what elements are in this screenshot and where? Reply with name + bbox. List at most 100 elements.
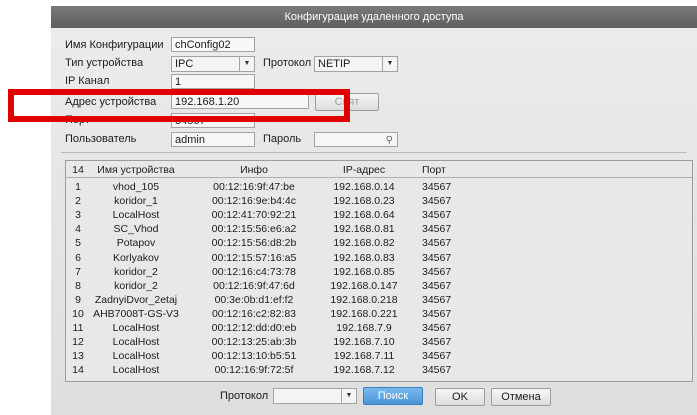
table-row[interactable]: 6 Korlyakov 00:12:15:57:16:a5 192.168.0.83 3… [66, 252, 692, 264]
row-port: 34567 [422, 181, 452, 193]
password-label: Пароль [263, 133, 302, 145]
channel-input[interactable]: 1 [171, 74, 255, 89]
row-info: 00:12:16:9e:b4:4c [211, 195, 297, 208]
device-table: 14 Имя устройства Инфо IP-адрес Порт 1 vh… [65, 160, 693, 382]
row-info: 00:12:41:70:92:21 [211, 209, 297, 222]
row-index: 4 [75, 223, 81, 236]
row-ip: 192.168.0.85 [333, 265, 395, 278]
table-row[interactable]: 1 vhod_105 00:12:16:9f:47:be 192.168.0.14 34… [66, 181, 692, 193]
table-row[interactable]: 4 SC_Vhod 00:12:15:56:e6:a2 192.168.0.81 345… [66, 223, 692, 235]
table-header: 14 Имя устройства Инфо IP-адрес Порт [66, 164, 692, 178]
table-row[interactable]: 9 ZadnyiDvor_2etaj 00:3e:0b:d1:ef:f2 192.16… [66, 294, 692, 306]
row-index: 11 [72, 322, 84, 334]
row-index: 1 [75, 181, 81, 193]
row-index: 14 [72, 364, 84, 377]
row-index: 12 [72, 336, 84, 349]
device-type-select[interactable]: IPC ▼ [171, 56, 255, 72]
row-port: 34567 [422, 279, 452, 292]
row-ip: 192.168.0.14 [333, 181, 395, 193]
config-name-input[interactable]: chConfig02 [171, 37, 255, 52]
row-info: 00:12:15:57:16:a5 [211, 251, 297, 264]
protocol-select[interactable]: NETIP ▼ [314, 56, 398, 72]
table-row[interactable]: 7 koridor_2 00:12:16:c4:73:78 192.168.0.85 3… [66, 266, 692, 278]
row-ip: 192.168.0.218 [330, 293, 398, 306]
row-index: 9 [75, 293, 81, 306]
row-port: 34567 [422, 195, 452, 208]
header-ip[interactable]: IP-адрес [320, 164, 408, 176]
row-index: 13 [72, 350, 84, 363]
table-row[interactable]: 3 LocalHost 00:12:41:70:92:21 192.168.0.64 3… [66, 209, 692, 221]
row-info: 00:12:16:c4:73:78 [211, 265, 297, 278]
row-port: 34567 [422, 336, 452, 349]
row-port: 34567 [422, 364, 452, 377]
row-index: 10 [72, 307, 84, 320]
row-info: 00:12:15:56:d8:2b [211, 237, 297, 250]
table-row[interactable]: 2 koridor_1 00:12:16:9e:b4:4c 192.168.0.23 3… [66, 195, 692, 207]
device-type-label: Тип устройства [65, 57, 144, 69]
row-info: 00:12:13:25:ab:3b [211, 336, 297, 349]
row-device-name: Potapov [116, 237, 156, 250]
table-row[interactable]: 10 AHB7008T-GS-V3 00:12:16:c2:82:83 192.168… [66, 308, 692, 320]
divider [61, 152, 687, 153]
row-info: 00:12:16:9f:47:6d [213, 279, 295, 292]
row-device-name: LocalHost [112, 364, 160, 377]
header-count: 14 [72, 164, 84, 176]
search-button[interactable]: Поиск [363, 387, 423, 405]
row-info: 00:12:16:9f:47:be [213, 181, 295, 193]
header-info[interactable]: Инфо [208, 164, 300, 176]
chevron-down-icon[interactable]: ▼ [341, 389, 356, 403]
table-row[interactable]: 13 LocalHost 00:12:13:10:b5:51 192.168.7.11… [66, 350, 692, 362]
protocol-label: Протокол [263, 57, 312, 69]
row-info: 00:12:16:9f:72:5f [214, 364, 294, 377]
ok-button[interactable]: OK [435, 388, 485, 406]
row-info: 00:12:15:56:e6:a2 [211, 223, 297, 236]
row-index: 7 [75, 265, 81, 278]
remote-config-dialog: Конфигурация удаленного доступа Имя Конф… [51, 6, 697, 415]
chevron-down-icon[interactable]: ▼ [239, 57, 254, 71]
row-device-name: Korlyakov [112, 251, 160, 264]
dialog-title: Конфигурация удаленного доступа [51, 6, 697, 28]
user-label: Пользователь [65, 133, 137, 145]
row-device-name: LocalHost [112, 350, 160, 363]
row-ip: 192.168.0.23 [333, 195, 395, 208]
row-device-name: LocalHost [112, 209, 160, 222]
row-info: 00:3e:0b:d1:ef:f2 [214, 293, 294, 306]
row-index: 8 [75, 279, 81, 292]
table-row[interactable]: 5 Potapov 00:12:15:56:d8:2b 192.168.0.82 345… [66, 237, 692, 249]
row-ip: 192.168.0.221 [330, 307, 398, 320]
row-info: 00:12:12:dd:d0:eb [211, 322, 297, 334]
device-type-value: IPC [175, 58, 194, 70]
row-port: 34567 [422, 293, 452, 306]
row-device-name: LocalHost [112, 336, 160, 349]
row-port: 34567 [422, 322, 452, 334]
header-port[interactable]: Порт [422, 164, 462, 176]
table-row[interactable]: 12 LocalHost 00:12:13:25:ab:3b 192.168.7.10… [66, 336, 692, 348]
table-row[interactable]: 8 koridor_2 00:12:16:9f:47:6d 192.168.0.147… [66, 280, 692, 292]
row-info: 00:12:13:10:b5:51 [211, 350, 297, 363]
table-row[interactable]: 14 LocalHost 00:12:16:9f:72:5f 192.168.7.12… [66, 364, 692, 376]
row-port: 34567 [422, 237, 452, 250]
user-input[interactable]: admin [171, 132, 255, 147]
row-device-name: vhod_105 [112, 181, 160, 193]
row-device-name: SC_Vhod [113, 223, 159, 236]
row-port: 34567 [422, 223, 452, 236]
row-ip: 192.168.7.10 [333, 336, 395, 349]
footer-protocol-label: Протокол [220, 390, 269, 402]
row-ip: 192.168.7.11 [333, 350, 395, 363]
row-port: 34567 [422, 350, 452, 363]
row-ip: 192.168.7.9 [336, 322, 392, 334]
row-ip: 192.168.0.81 [333, 223, 395, 236]
row-device-name: AHB7008T-GS-V3 [93, 307, 179, 320]
table-row[interactable]: 11 LocalHost 00:12:12:dd:d0:eb 192.168.7.9 3… [66, 322, 692, 334]
row-index: 6 [75, 251, 81, 264]
row-device-name: ZadnyiDvor_2etaj [94, 293, 178, 306]
footer-protocol-select[interactable]: ▼ [273, 388, 357, 404]
chevron-down-icon[interactable]: ▼ [382, 57, 397, 71]
header-device-name[interactable]: Имя устройства [92, 164, 180, 176]
cancel-button[interactable]: Отмена [491, 388, 551, 406]
row-ip: 192.168.0.147 [330, 279, 398, 292]
row-device-name: koridor_1 [114, 195, 158, 208]
row-info: 00:12:16:c2:82:83 [211, 307, 297, 320]
row-port: 34567 [422, 265, 452, 278]
password-input[interactable]: ⚲ [314, 132, 398, 147]
